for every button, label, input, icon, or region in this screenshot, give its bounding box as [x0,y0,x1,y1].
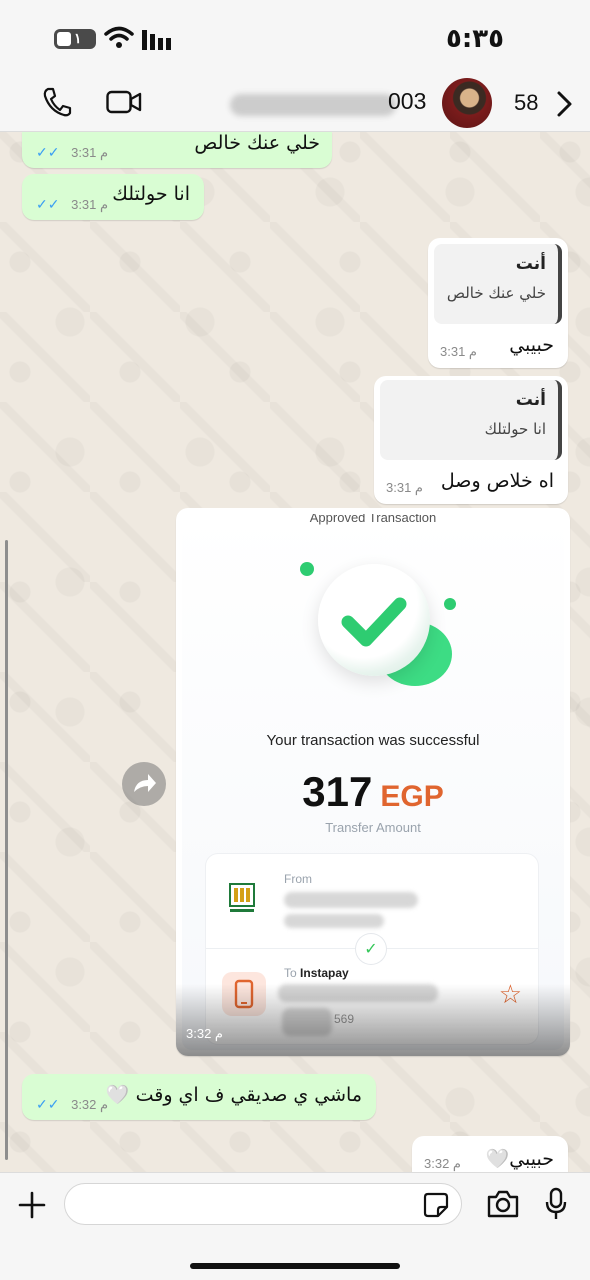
read-receipt-icon: ✓✓ [36,196,66,212]
decor-dot [444,598,456,610]
message-time: 3:31 م [440,344,477,359]
message-text: اه خلاص وصل [440,470,554,492]
forward-arrow-icon [134,774,156,792]
camera-icon[interactable] [486,1189,520,1219]
decor-dot [300,562,314,576]
amount-label: Transfer Amount [325,820,421,835]
home-indicator [190,1263,400,1269]
quote-text: خلي عنك خالص [446,284,546,302]
chevron-right-icon[interactable] [556,90,574,118]
message-bubble-incoming[interactable]: أنت انا حولتلك اه خلاص وصل 3:31 م [374,376,568,504]
status-time: ٥:٣٥ [445,24,504,54]
quoted-message[interactable]: أنت انا حولتلك [380,380,562,460]
message-input[interactable] [64,1183,462,1225]
message-meta: ✓✓ 3:31 م [36,196,109,212]
forward-button[interactable] [122,762,166,806]
message-meta: ✓✓ 3:32 م [36,1096,109,1112]
message-bubble-outgoing[interactable]: انا حولتلك ✓✓ 3:31 م [22,174,204,220]
receipt-title: Approved Transaction [309,514,437,525]
status-bar: ١ ٥:٣٥ [0,0,590,78]
message-text: انا حولتلك [112,183,190,205]
message-bubble-outgoing[interactable]: ماشي ي صديقي ف اي وقت 🤍 ✓✓ 3:32 م [22,1074,376,1120]
message-time: 3:31 م [386,480,423,495]
phone-icon[interactable] [42,86,72,118]
message-time: 3:32 م [424,1156,461,1171]
check-icon: ✓ [356,934,386,964]
microphone-icon[interactable] [544,1187,568,1221]
battery-icon: ١ [54,29,96,49]
message-text: حبيبي🤍 [485,1148,554,1170]
transfer-amount: 317 EGP [302,768,444,815]
read-receipt-icon: ✓✓ [36,144,66,160]
sticker-icon[interactable] [423,1192,449,1218]
quote-author: أنت [515,390,546,410]
image-overlay [176,984,570,1056]
message-text: حبيبي [509,334,554,356]
bank-logo-icon [229,883,255,912]
message-bubble-outgoing[interactable]: خلي عنك خالص ✓✓ 3:31 م [22,132,332,168]
unread-count-badge[interactable]: 58 [514,90,538,116]
quoted-message[interactable]: أنت خلي عنك خالص [434,244,562,324]
sender-redaction [284,892,418,908]
success-check-icon [318,564,430,676]
contact-name-redaction [230,94,396,116]
chat-header: 003 58 [0,78,590,132]
contact-name[interactable]: 003 [388,88,426,115]
image-message[interactable]: Approved Transaction Your transaction wa… [176,508,570,1056]
transaction-status: Your transaction was successful [266,732,480,749]
receipt-image: Approved Transaction Your transaction wa… [182,514,564,1050]
message-meta: ✓✓ 3:31 م [36,144,109,160]
video-camera-icon[interactable] [106,90,142,114]
battery-level: ١ [74,30,82,46]
message-composer [0,1172,590,1280]
quote-text: انا حولتلك [484,420,546,438]
plus-icon[interactable] [18,1191,46,1219]
message-bubble-incoming[interactable]: أنت خلي عنك خالص حبيبي 3:31 م [428,238,568,368]
message-text: خلي عنك خالص [194,132,320,154]
message-bubble-incoming[interactable]: حبيبي🤍 3:32 م [412,1136,568,1176]
wifi-icon [104,26,134,48]
message-text: ماشي ي صديقي ف اي وقت 🤍 [105,1084,362,1106]
sender-redaction [284,914,384,928]
from-label: From [284,872,312,886]
to-label: To Instapay [284,966,349,980]
read-receipt-icon: ✓✓ [36,1096,66,1112]
cellular-signal-icon [142,30,171,50]
message-time: 3:32 م [186,1026,223,1041]
avatar[interactable] [442,78,492,128]
quote-author: أنت [515,254,546,274]
scrollbar[interactable] [5,540,8,1160]
